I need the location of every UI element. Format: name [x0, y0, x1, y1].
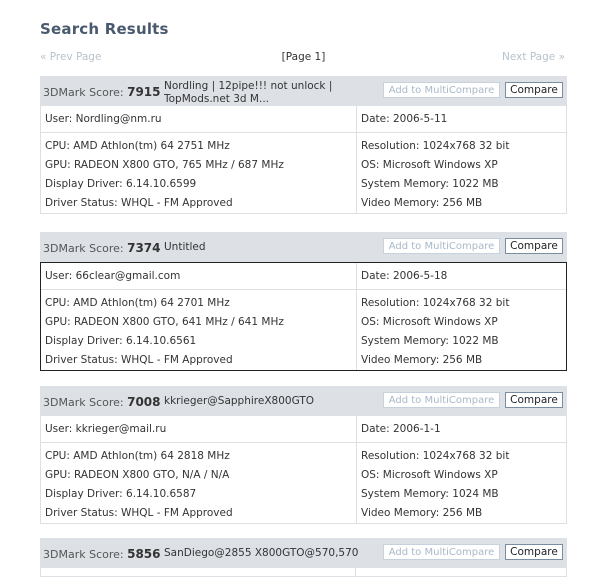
score-value: 5856	[127, 547, 161, 561]
add-to-multicompare-button[interactable]: Add to MultiCompare	[383, 82, 500, 98]
score-value: 7915	[127, 85, 161, 99]
specs-block: CPU: AMD Athlon(tm) 64 2818 MHz GPU: RAD…	[41, 443, 566, 523]
gpu-value: GPU: RADEON X800 GTO, 641 MHz / 641 MHz	[45, 316, 284, 328]
result-item: 3DMark Score: 7008 kkrieger@SapphireX800…	[40, 386, 567, 524]
os-value: OS: Microsoft Windows XP	[361, 469, 498, 481]
os-value: OS: Microsoft Windows XP	[361, 159, 498, 171]
compare-button[interactable]: Compare	[505, 82, 563, 98]
resolution-value: Resolution: 1024x768 32 bit	[361, 450, 510, 462]
date-value: Date: 2006-1-1	[361, 423, 441, 435]
add-to-multicompare-button[interactable]: Add to MultiCompare	[383, 544, 500, 560]
pagination: « Prev Page [Page 1] Next Page »	[40, 51, 567, 65]
next-page-link[interactable]: Next Page »	[502, 51, 565, 63]
result-item: 3DMark Score: 5856 SanDiego@2855 X800GTO…	[40, 538, 567, 577]
user-date-row: User: kkrieger@mail.ru Date: 2006-1-1	[41, 416, 566, 443]
add-to-multicompare-button[interactable]: Add to MultiCompare	[383, 392, 500, 408]
driver-status-value: Driver Status: WHQL - FM Approved	[45, 354, 233, 366]
result-header: 3DMark Score: 7374 Untitled Add to Multi…	[40, 232, 567, 262]
video-memory-value: Video Memory: 256 MB	[361, 197, 483, 209]
user-value: User: kkrieger@mail.ru	[45, 423, 167, 435]
result-item: 3DMark Score: 7915 Nordling | 12pipe!!! …	[40, 76, 567, 214]
compare-button[interactable]: Compare	[505, 238, 563, 254]
system-memory-value: System Memory: 1024 MB	[361, 488, 499, 500]
resolution-value: Resolution: 1024x768 32 bit	[361, 140, 510, 152]
display-driver-value: Display Driver: 6.14.10.6599	[45, 178, 197, 190]
score-label: 3DMark Score: 7374	[43, 241, 161, 255]
user-date-row: User: Nordling@nm.ru Date: 2006-5-11	[41, 106, 566, 133]
cpu-value: CPU: AMD Athlon(tm) 64 2818 MHz	[45, 450, 230, 462]
specs-block: CPU: AMD Athlon(tm) 64 2751 MHz GPU: RAD…	[41, 133, 566, 213]
score-label: 3DMark Score: 7915	[43, 85, 161, 99]
cpu-value: CPU: AMD Athlon(tm) 64 2701 MHz	[45, 297, 230, 309]
video-memory-value: Video Memory: 256 MB	[361, 354, 483, 366]
cpu-value: CPU: AMD Athlon(tm) 64 2751 MHz	[45, 140, 230, 152]
user-value: User: 66clear@gmail.com	[45, 270, 181, 282]
result-details: User: kkrieger@mail.ru Date: 2006-1-1 CP…	[40, 416, 567, 524]
display-driver-value: Display Driver: 6.14.10.6561	[45, 335, 197, 347]
result-details: User: 66clear@gmail.com Date: 2006-5-18 …	[40, 262, 567, 371]
result-name-link[interactable]: Nordling | 12pipe!!! not unlock | TopMod…	[164, 80, 378, 106]
driver-status-value: Driver Status: WHQL - FM Approved	[45, 507, 233, 519]
system-memory-value: System Memory: 1022 MB	[361, 335, 499, 347]
specs-block: CPU: AMD Athlon(tm) 64 2701 MHz GPU: RAD…	[41, 290, 566, 370]
score-label: 3DMark Score: 5856	[43, 547, 161, 561]
gpu-value: GPU: RADEON X800 GTO, N/A / N/A	[45, 469, 230, 481]
result-name-link[interactable]: SanDiego@2855 X800GTO@570,570	[164, 547, 378, 573]
result-details: User: Nordling@nm.ru Date: 2006-5-11 CPU…	[40, 106, 567, 214]
result-header: 3DMark Score: 7008 kkrieger@SapphireX800…	[40, 386, 567, 416]
score-value: 7374	[127, 241, 161, 255]
video-memory-value: Video Memory: 256 MB	[361, 507, 483, 519]
compare-button[interactable]: Compare	[505, 544, 563, 560]
score-label: 3DMark Score: 7008	[43, 395, 161, 409]
user-value: User: Nordling@nm.ru	[45, 113, 162, 125]
system-memory-value: System Memory: 1022 MB	[361, 178, 499, 190]
search-results-page: Search Results « Prev Page [Page 1] Next…	[0, 0, 606, 577]
current-page-label: [Page 1]	[281, 51, 326, 63]
date-value: Date: 2006-5-18	[361, 270, 448, 282]
resolution-value: Resolution: 1024x768 32 bit	[361, 297, 510, 309]
gpu-value: GPU: RADEON X800 GTO, 765 MHz / 687 MHz	[45, 159, 284, 171]
os-value: OS: Microsoft Windows XP	[361, 316, 498, 328]
compare-button[interactable]: Compare	[505, 392, 563, 408]
score-value: 7008	[127, 395, 161, 409]
result-item: 3DMark Score: 7374 Untitled Add to Multi…	[40, 232, 567, 371]
result-header: 3DMark Score: 7915 Nordling | 12pipe!!! …	[40, 76, 567, 106]
display-driver-value: Display Driver: 6.14.10.6587	[45, 488, 197, 500]
result-header: 3DMark Score: 5856 SanDiego@2855 X800GTO…	[40, 538, 567, 568]
driver-status-value: Driver Status: WHQL - FM Approved	[45, 197, 233, 209]
date-value: Date: 2006-5-11	[361, 113, 448, 125]
page-title: Search Results	[40, 20, 169, 38]
add-to-multicompare-button[interactable]: Add to MultiCompare	[383, 238, 500, 254]
user-date-row: User: 66clear@gmail.com Date: 2006-5-18	[41, 263, 566, 290]
